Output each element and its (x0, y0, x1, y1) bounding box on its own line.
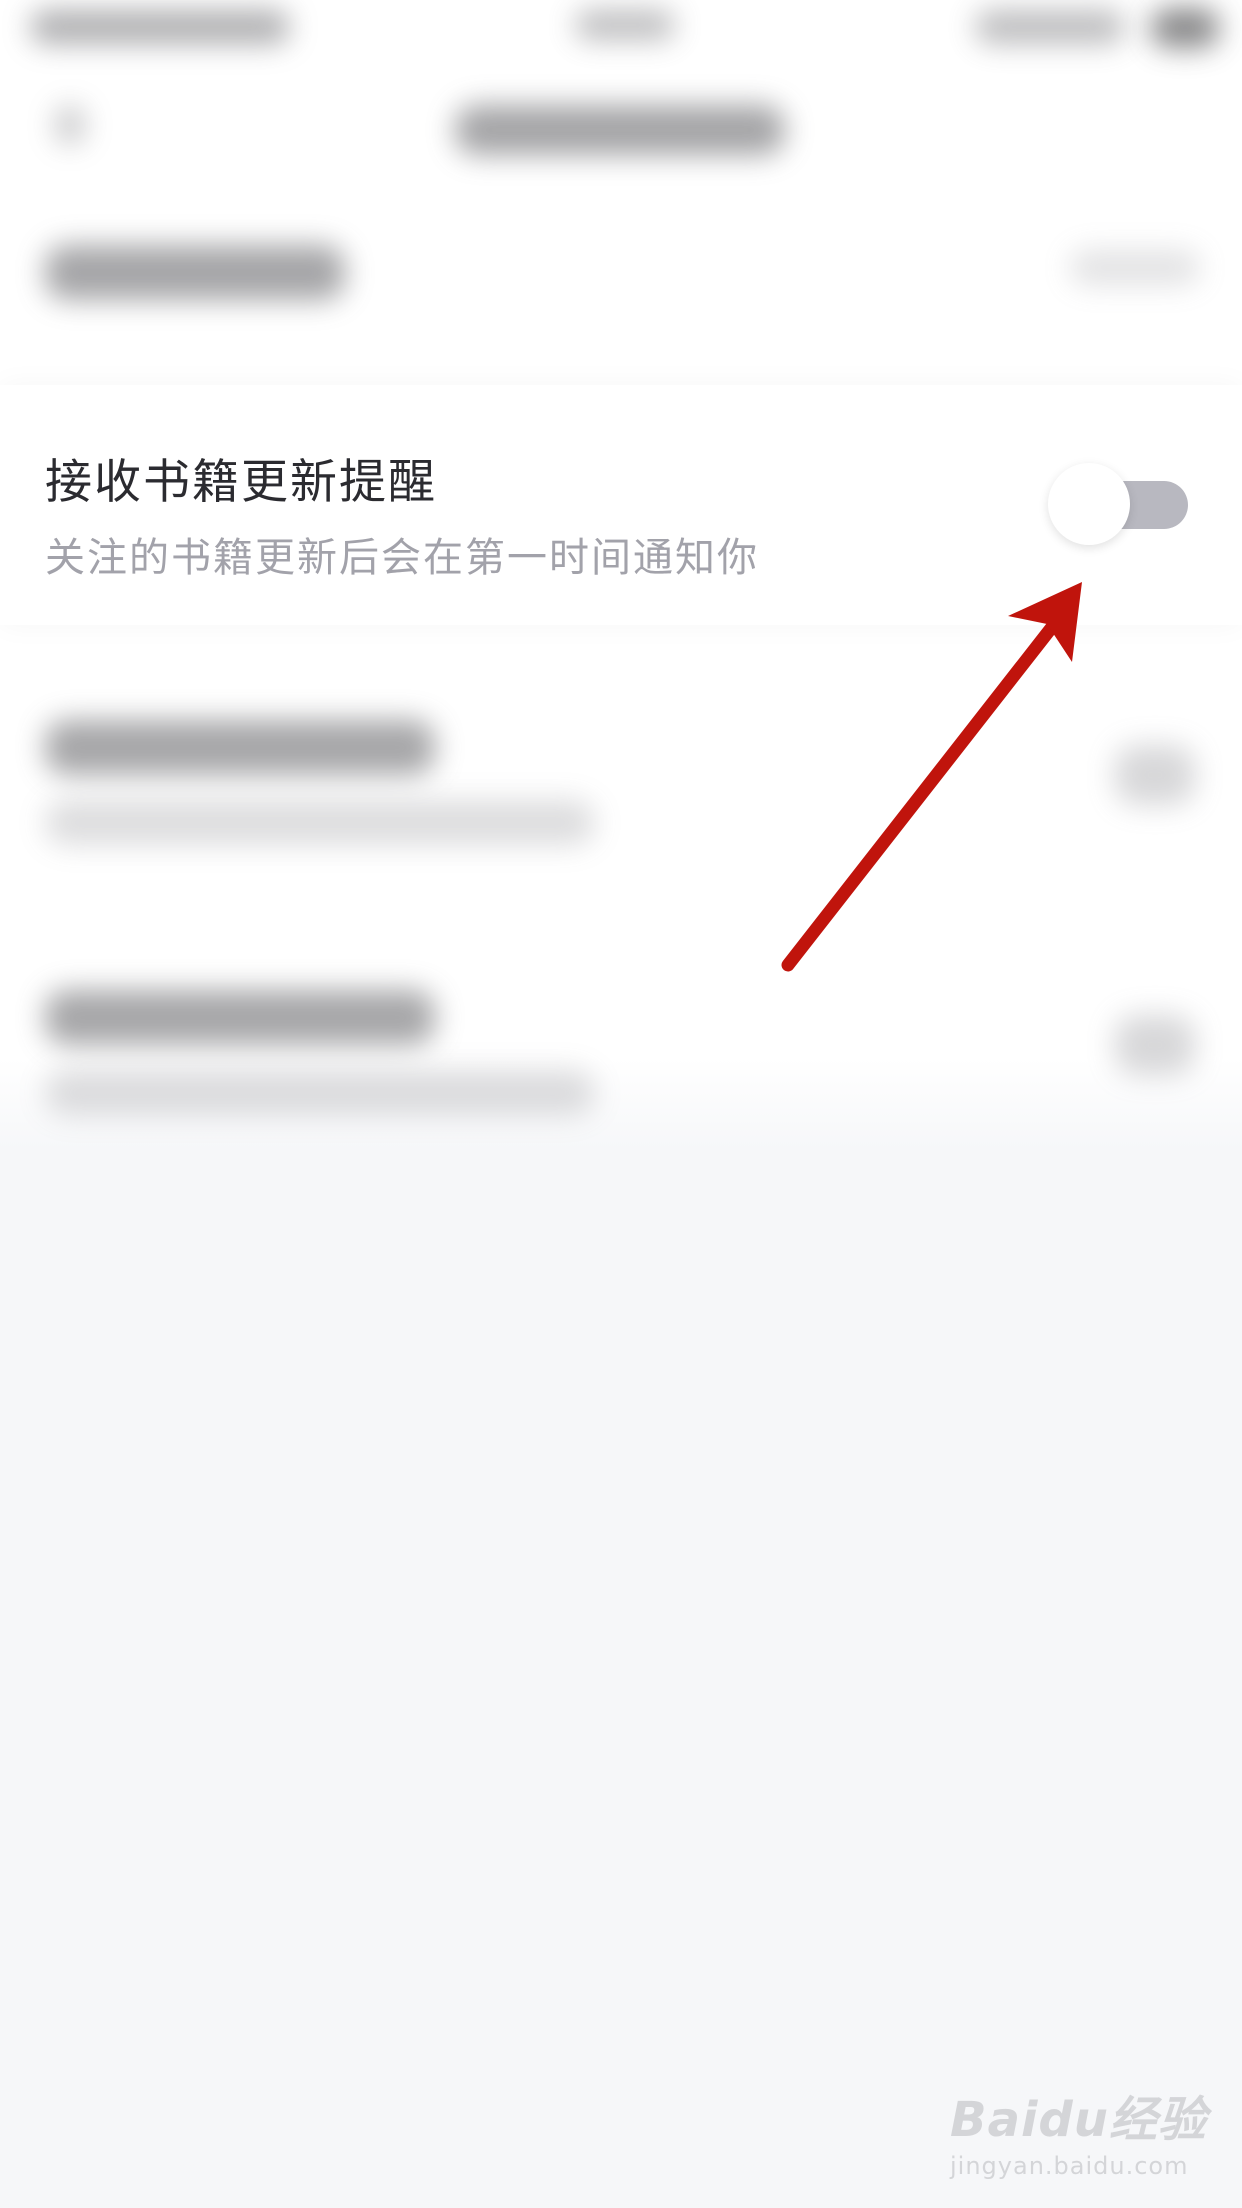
setting-row-3-desc-blurred (45, 1070, 595, 1115)
setting-row-2-toggle-blurred[interactable] (1115, 745, 1195, 805)
status-bar-right-blurred (975, 10, 1125, 44)
setting-description: 关注的书籍更新后会在第一时间通知你 (45, 535, 759, 581)
status-bar-time-blurred (575, 10, 675, 40)
battery-icon (1150, 8, 1220, 48)
setting-row-3-title-blurred (45, 990, 435, 1045)
arrow-icon (781, 582, 1082, 972)
back-icon[interactable] (55, 105, 85, 145)
watermark-logo: Baidu经验 (950, 2092, 1207, 2148)
setting-row-2-title-blurred (45, 720, 435, 775)
book-update-reminder-toggle[interactable] (1048, 463, 1190, 545)
setting-row-0-title-blurred (45, 245, 345, 300)
setting-row-3-toggle-blurred[interactable] (1115, 1015, 1195, 1075)
watermark-url: jingyan.baidu.com (950, 2152, 1189, 2180)
baidu-jingyan-watermark: Baidu经验 jingyan.baidu.com (950, 2080, 1210, 2190)
setting-title: 接收书籍更新提醒 (45, 455, 437, 510)
page-title-blurred (455, 105, 785, 155)
setting-row-2-desc-blurred (45, 800, 595, 845)
status-bar-left-blurred (30, 10, 290, 44)
setting-row-0-value-blurred (1070, 250, 1200, 285)
toggle-knob (1048, 463, 1130, 545)
